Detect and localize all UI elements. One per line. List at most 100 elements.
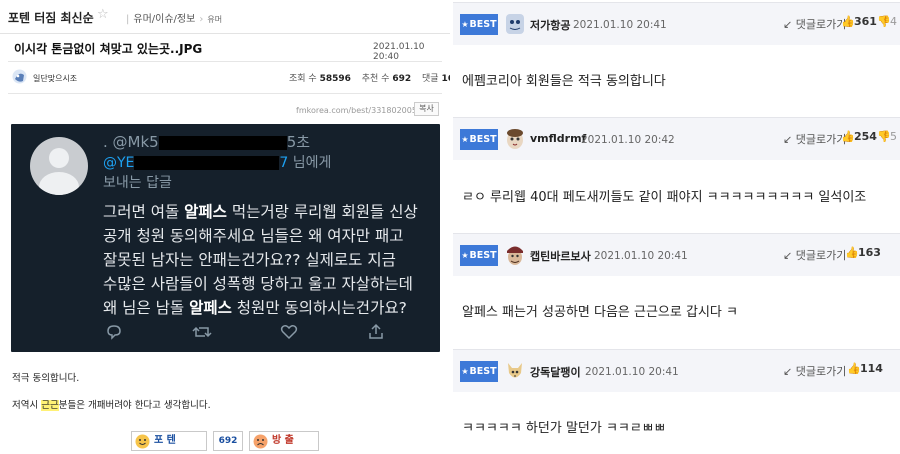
comment-date: 2021.01.10 20:41 [573, 19, 667, 31]
tweet-image: . @Mk5 5초 @YE 7 님에게 보내는 답글 그러면 여돌 알페스 먹는거랑… [11, 124, 440, 352]
commenter-nick[interactable]: 저가항공 [530, 17, 570, 33]
star-icon: ★ [461, 135, 469, 144]
post-url[interactable]: fmkorea.com/best/3318020053 [296, 106, 422, 115]
heart-icon [278, 323, 300, 345]
reply-arrow-icon: ↙ [783, 18, 796, 31]
copy-url-button[interactable]: 복사 [414, 102, 439, 116]
comments-panel: ★BEST 저가항공 2021.01.10 20:41 ↙ 댓글로가기 👍361… [450, 0, 900, 454]
tweet-line: 왜 님은 남돌 알페스 청원만 동의하시는건가요? [103, 299, 407, 317]
post-panel: 포텐 터짐 최신순 ☆ | 유머/이슈/정보 › 유머 이시각 톤금없이 쳐맞고 있는… [0, 0, 460, 454]
star-icon: ★ [461, 367, 469, 376]
comment-item: ★BEST 저가항공 2021.01.10 20:41 ↙ 댓글로가기 👍361… [453, 2, 900, 110]
author-avatar[interactable] [12, 69, 27, 84]
comment-item: ★BEST 캡틴바르보사 2021.01.10 20:41 ↙ 댓글로가기 👍1… [453, 233, 900, 343]
comment-downvote[interactable]: 👎4 [877, 15, 897, 28]
reply-arrow-icon: ↙ [783, 249, 796, 262]
comment-upvote[interactable]: 👍254 [841, 130, 877, 143]
comment-date: 2021.01.10 20:42 [581, 134, 675, 146]
commenter-avatar[interactable] [505, 12, 525, 36]
commenter-nick[interactable]: 강독달팽이 [530, 364, 581, 380]
divider [8, 93, 442, 94]
upvote-label: 포 텐 [154, 435, 176, 446]
breadcrumb-sub[interactable]: 유머 [207, 15, 222, 24]
thumbs-up-icon: 👍 [841, 15, 855, 28]
comment-item: ★BEST 강독달팽이 2021.01.10 20:41 ↙ 댓글로가기 👍11… [453, 349, 900, 454]
commenter-nick[interactable]: 캡틴바르보사 [530, 248, 591, 264]
comment-header: ★BEST 저가항공 2021.01.10 20:41 ↙ 댓글로가기 👍361… [453, 2, 900, 45]
comment-upvote[interactable]: 👍114 [847, 362, 883, 375]
post-date: 2021.01.10 20:40 [373, 42, 425, 62]
board-header: 포텐 터짐 최신순 ☆ | 유머/이슈/정보 › 유머 [0, 0, 450, 34]
tweet-time: 5초 [286, 133, 311, 151]
best-badge: ★BEST [460, 14, 498, 35]
tweet-reply-to: @YE 7 님에게 [103, 152, 331, 172]
comment-text: ㄹㅇ 루리웹 40대 페도새끼들도 같이 패야지 ㅋㅋㅋㅋㅋㅋㅋㅋㅋ 일석이조 [462, 190, 867, 205]
tweet-mention-end: 7 [279, 155, 289, 171]
thumbs-down-icon: 👎 [877, 15, 891, 28]
thumbs-up-icon: 👍 [841, 130, 855, 143]
comment-header: ★BEST 캡틴바르보사 2021.01.10 20:41 ↙ 댓글로가기 👍1… [453, 233, 900, 276]
commenter-avatar[interactable] [505, 127, 525, 151]
stat-views-label: 조회 수 [289, 74, 317, 84]
comment-text: 알페스 패는거 성공하면 다음은 근근으로 갑시다 ㅋ [462, 305, 738, 320]
comment-header: ★BEST 강독달팽이 2021.01.10 20:41 ↙ 댓글로가기 👍11… [453, 349, 900, 392]
post-stats: 조회 수 58596 추천 수 692 댓글 169 [289, 71, 468, 84]
stat-likes-label: 추천 수 [361, 74, 390, 84]
star-icon[interactable]: ☆ [97, 7, 109, 22]
tweet-actions [103, 323, 403, 345]
downvote-icon [253, 434, 268, 449]
breadcrumb: | 유머/이슈/정보 › 유머 [126, 14, 223, 25]
star-icon: ★ [461, 251, 469, 260]
best-badge: ★BEST [460, 129, 498, 150]
vote-count: 692 [213, 431, 243, 451]
retweet-icon [191, 323, 213, 345]
tweet-line: 수많은 사람들이 성폭행 당하고 울고 자살하는데 [103, 275, 413, 293]
commenter-avatar[interactable] [505, 243, 525, 267]
stat-views-value: 58596 [319, 74, 351, 84]
commenter-nick[interactable]: vmfldrmf [530, 132, 586, 145]
post-title: 이시각 톤금없이 쳐맞고 있는곳..JPG [14, 42, 203, 56]
tweet-handle: . @Mk5 5초 [103, 131, 310, 152]
reply-icon [103, 323, 125, 345]
comment-downvote[interactable]: 👎5 [877, 130, 897, 143]
tweet-reply-suffix: 님에게 [288, 155, 332, 171]
comment-header: ★BEST vmfldrmf 2021.01.10 20:42 ↙ 댓글로가기 … [453, 117, 900, 160]
author-name[interactable]: 일단맞으시조 [33, 73, 77, 84]
reply-arrow-icon: ↙ [783, 365, 796, 378]
tweet-reply-label: 보내는 답글 [103, 175, 172, 191]
upvote-button[interactable]: 포 텐 [131, 431, 207, 451]
post-body-line: 저역시 근근분들은 개패버려야 한다고 생각합니다. [12, 400, 211, 411]
go-to-comment-link[interactable]: ↙ 댓글로가기 [783, 247, 846, 263]
stat-likes-value: 692 [392, 74, 412, 84]
tweet-body: 그러면 여돌 알페스 먹는거랑 루리웹 회원들 신상 공개 청원 동의해주세요 … [103, 200, 433, 320]
thumbs-down-icon: 👎 [877, 130, 891, 143]
reply-arrow-icon: ↙ [783, 133, 796, 146]
go-to-comment-link[interactable]: ↙ 댓글로가기 [783, 16, 846, 32]
highlighted-text: 근근 [41, 400, 59, 411]
downvote-label: 방 출 [272, 435, 294, 446]
comment-upvote[interactable]: 👍361 [841, 15, 877, 28]
comment-item: ★BEST vmfldrmf 2021.01.10 20:42 ↙ 댓글로가기 … [453, 117, 900, 227]
stat-comments-label: 댓글 [422, 74, 439, 84]
redaction-bar [134, 156, 280, 170]
share-icon [365, 323, 387, 345]
comment-date: 2021.01.10 20:41 [585, 366, 679, 378]
tweet-line: 잘못된 남자는 안패는건가요?? 실제로도 지금 [103, 251, 396, 269]
star-icon: ★ [461, 20, 469, 29]
redaction-bar [158, 135, 287, 150]
tweet-line: 그러면 여돌 알페스 먹는거랑 루리웹 회원들 신상 [103, 203, 418, 221]
thumbs-up-icon: 👍 [847, 362, 861, 375]
downvote-button[interactable]: 방 출 [249, 431, 319, 451]
commenter-avatar[interactable] [505, 359, 525, 383]
breadcrumb-category[interactable]: 유머/이슈/정보 [133, 14, 195, 25]
divider [8, 61, 442, 62]
board-title[interactable]: 포텐 터짐 최신순 [8, 9, 94, 26]
comment-upvote[interactable]: 👍163 [845, 246, 881, 259]
comment-date: 2021.01.10 20:41 [594, 250, 688, 262]
comment-text: 에펨코리아 회원들은 적극 동의합니다 [462, 74, 666, 89]
best-badge: ★BEST [460, 245, 498, 266]
go-to-comment-link[interactable]: ↙ 댓글로가기 [783, 363, 846, 379]
best-badge: ★BEST [460, 361, 498, 382]
vote-area: 포 텐 692 방 출 [131, 431, 321, 451]
go-to-comment-link[interactable]: ↙ 댓글로가기 [783, 131, 846, 147]
